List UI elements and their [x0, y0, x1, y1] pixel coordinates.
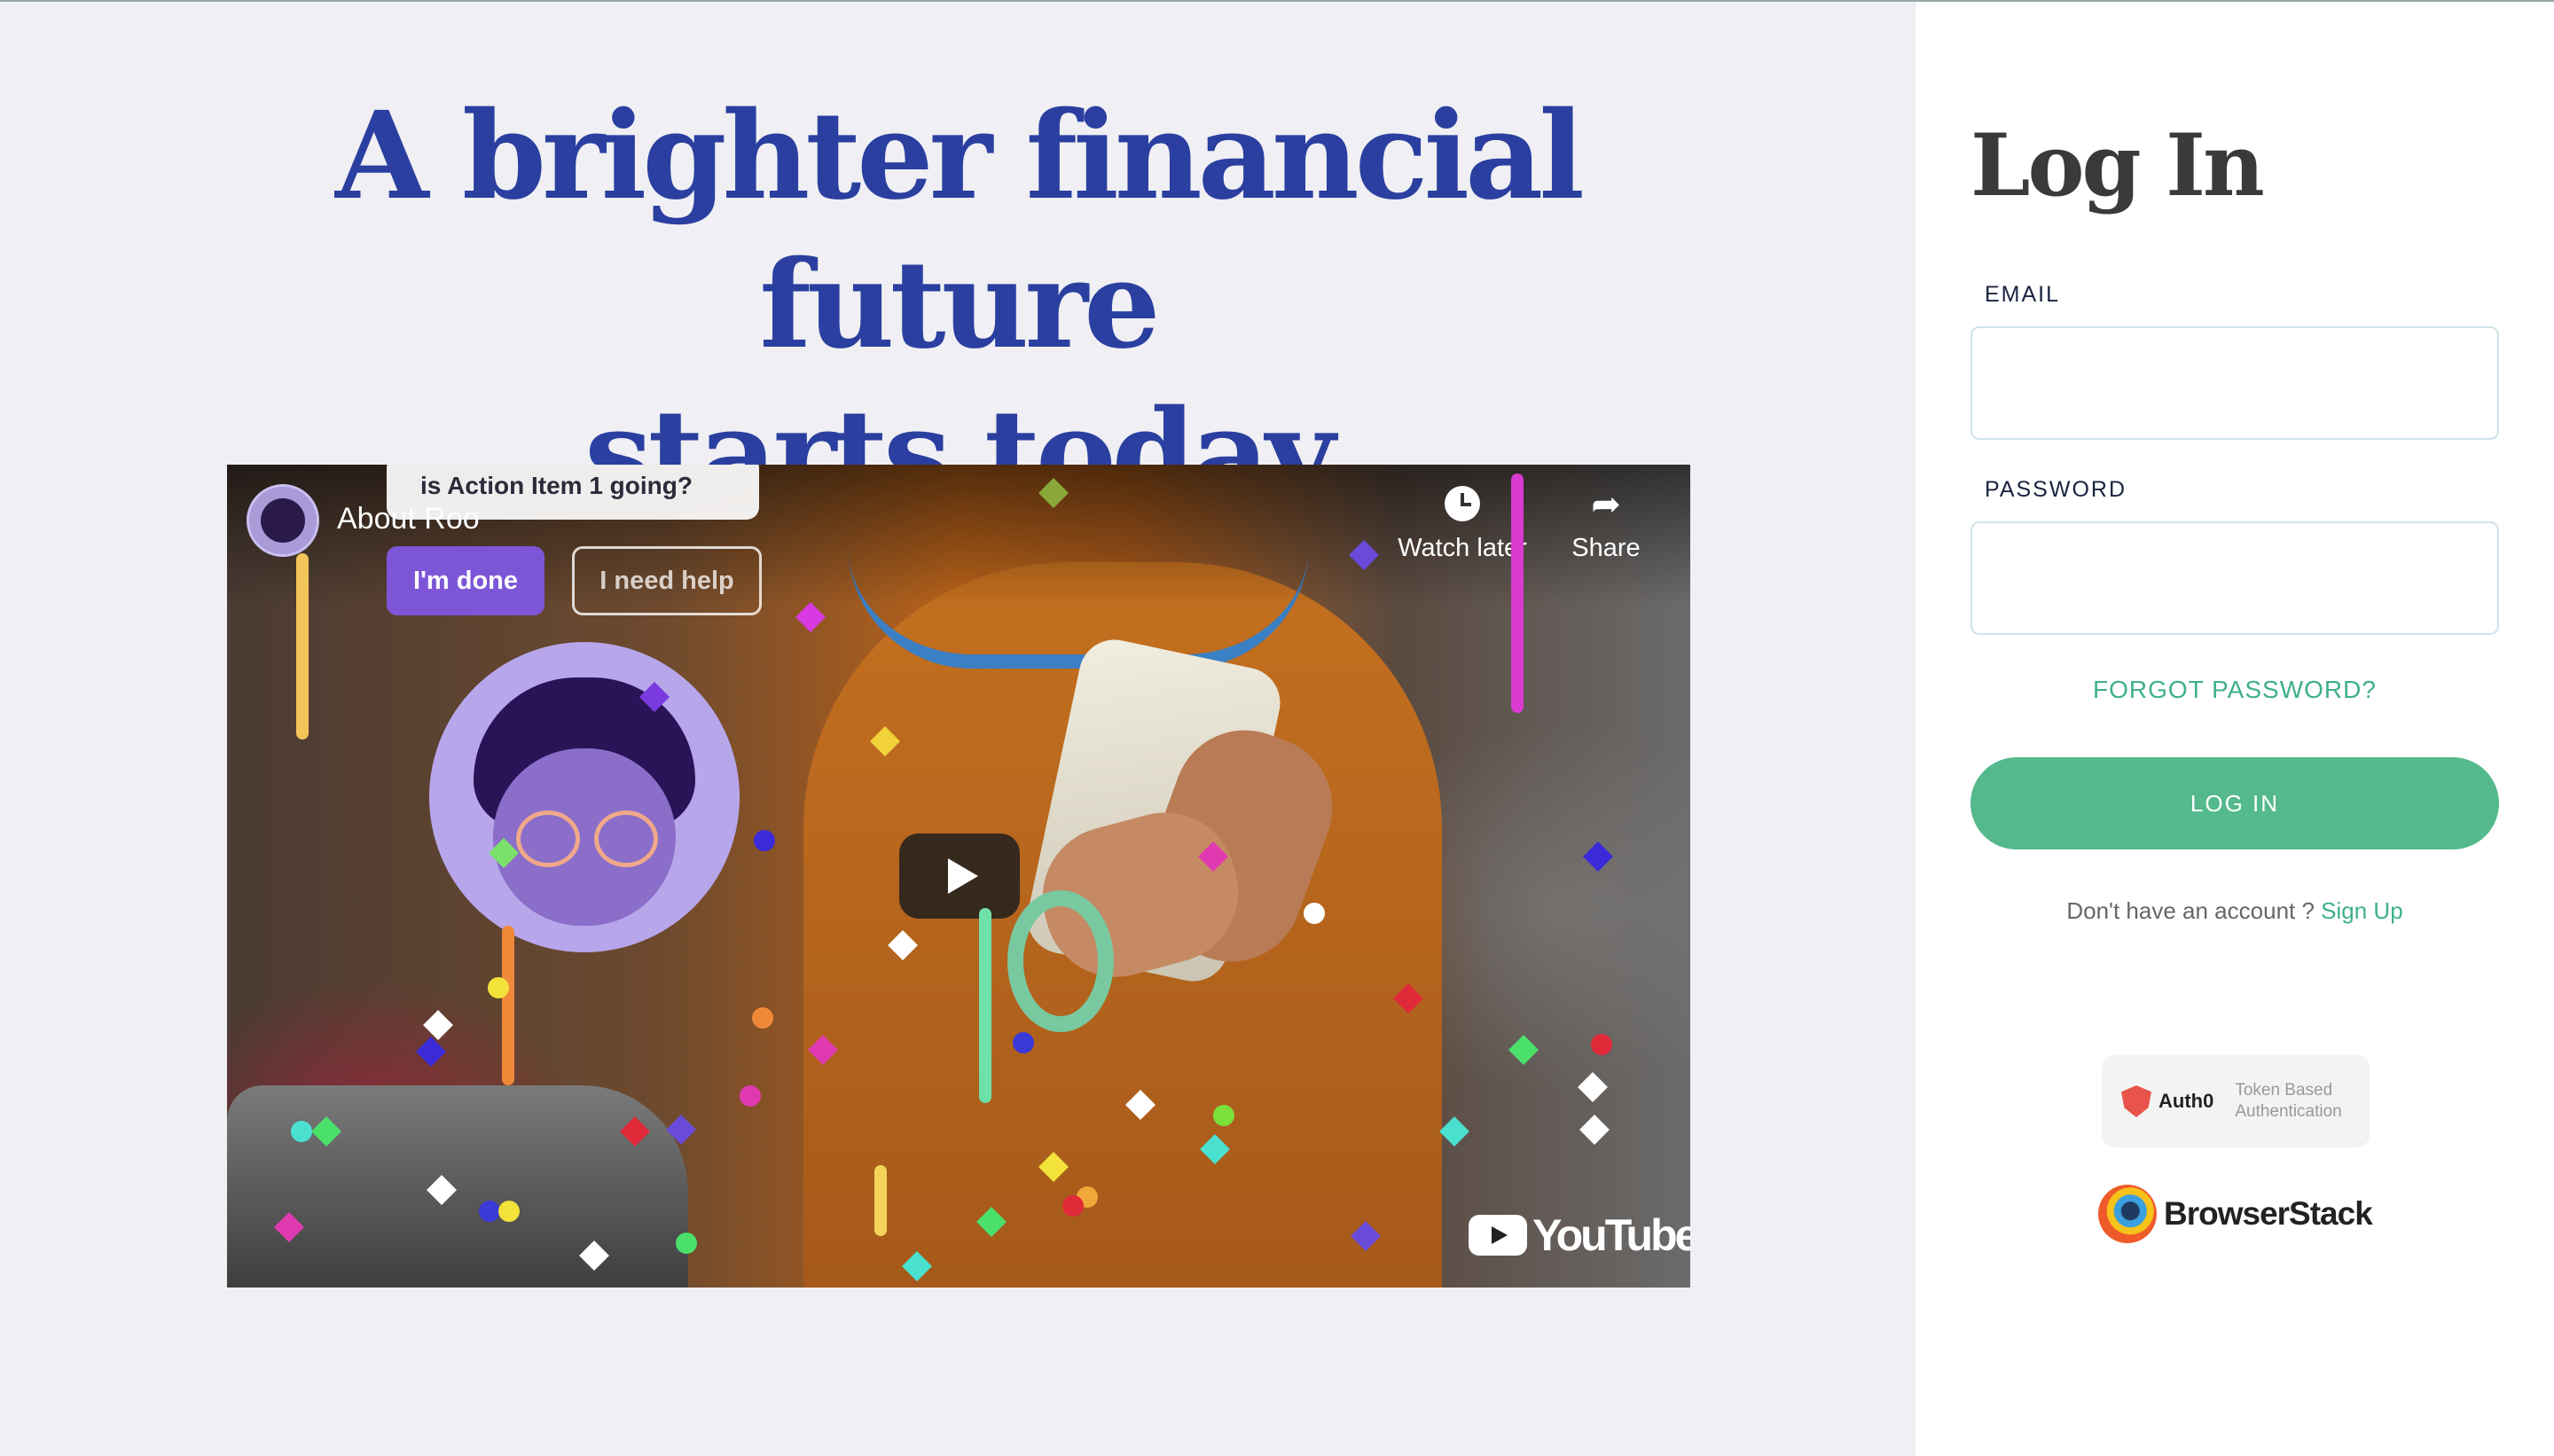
password-label: PASSWORD [1985, 477, 2127, 502]
confetti [754, 830, 775, 851]
signup-link[interactable]: Sign Up [2321, 897, 2403, 924]
confetti [1013, 1032, 1034, 1053]
confetti [676, 1233, 697, 1254]
confetti [1213, 1105, 1234, 1126]
hero-section: A brighter financial future starts today… [0, 2, 1916, 1456]
confetti [1578, 1072, 1608, 1102]
auth0-badge[interactable]: Auth0 Token Based Authentication [2102, 1055, 2370, 1147]
confetti [296, 553, 309, 740]
video-player[interactable]: About Roo is Action Item 1 going? I'm do… [227, 465, 1690, 1288]
video-bracelet [1007, 890, 1114, 1032]
confetti [1508, 1035, 1539, 1065]
channel-avatar-icon[interactable] [247, 484, 319, 557]
confetti [1349, 540, 1379, 570]
im-done-button: I'm done [387, 546, 544, 615]
youtube-play-icon [1469, 1215, 1527, 1256]
youtube-logo[interactable]: YouTube [1469, 1209, 1690, 1261]
share-button[interactable]: ➦ Share [1557, 486, 1655, 563]
speech-bubble: is Action Item 1 going? [387, 465, 759, 520]
browserstack-name: BrowserStack [2164, 1195, 2373, 1232]
auth0-description: Token Based Authentication [2235, 1080, 2341, 1123]
share-arrow-icon: ➦ [1591, 485, 1621, 524]
confetti [416, 1037, 446, 1067]
confetti [1062, 1195, 1084, 1217]
auth0-name: Auth0 [2158, 1090, 2214, 1112]
login-panel: Log In EMAIL PASSWORD FORGOT PASSWORD? L… [1916, 2, 2554, 1456]
confetti [1439, 1116, 1469, 1147]
confetti [752, 1007, 773, 1029]
headline-line-1: A brighter financial future [335, 85, 1585, 376]
confetti [1038, 478, 1069, 508]
confetti [979, 908, 991, 1103]
browserstack-logo-icon [2098, 1185, 2157, 1243]
roo-character [429, 642, 740, 952]
confetti [423, 1010, 453, 1040]
confetti [291, 1121, 312, 1142]
confetti [479, 1201, 500, 1222]
forgot-password-link[interactable]: FORGOT PASSWORD? [1916, 676, 2554, 704]
confetti [874, 1165, 887, 1236]
watch-later-label: Watch later [1398, 534, 1527, 562]
confetti [740, 1085, 761, 1107]
confetti [795, 602, 826, 632]
signup-row: Don't have an account ? Sign Up [1916, 897, 2554, 925]
clock-icon [1445, 486, 1480, 521]
email-field[interactable] [1970, 326, 2499, 440]
confetti [1583, 842, 1613, 872]
play-button[interactable] [899, 834, 1020, 919]
hero-headline: A brighter financial future starts today [177, 82, 1738, 528]
need-help-button: I need help [572, 546, 762, 615]
confetti [502, 926, 514, 1085]
browserstack-badge[interactable]: BrowserStack [2098, 1185, 2373, 1243]
auth0-shield-icon [2121, 1085, 2151, 1117]
watch-later-button[interactable]: Watch later [1396, 486, 1529, 563]
confetti [1591, 1034, 1612, 1055]
auth0-desc-line-1: Token Based [2235, 1081, 2333, 1100]
video-person-collar [848, 544, 1309, 669]
email-label: EMAIL [1985, 282, 2061, 307]
login-button[interactable]: LOG IN [1970, 757, 2499, 849]
password-field[interactable] [1970, 521, 2499, 635]
share-label: Share [1571, 534, 1641, 562]
confetti [1511, 474, 1524, 713]
auth0-desc-line-2: Authentication [2235, 1102, 2342, 1121]
youtube-logo-text: YouTube [1532, 1210, 1690, 1260]
login-title: Log In [1970, 115, 2265, 215]
video-background-laundry [227, 1085, 688, 1288]
confetti [1579, 1115, 1610, 1145]
confetti [488, 977, 509, 998]
confetti [498, 1201, 520, 1222]
confetti [1304, 903, 1325, 924]
roo-glasses [516, 810, 658, 867]
signup-prompt: Don't have an account ? [2066, 897, 2315, 924]
